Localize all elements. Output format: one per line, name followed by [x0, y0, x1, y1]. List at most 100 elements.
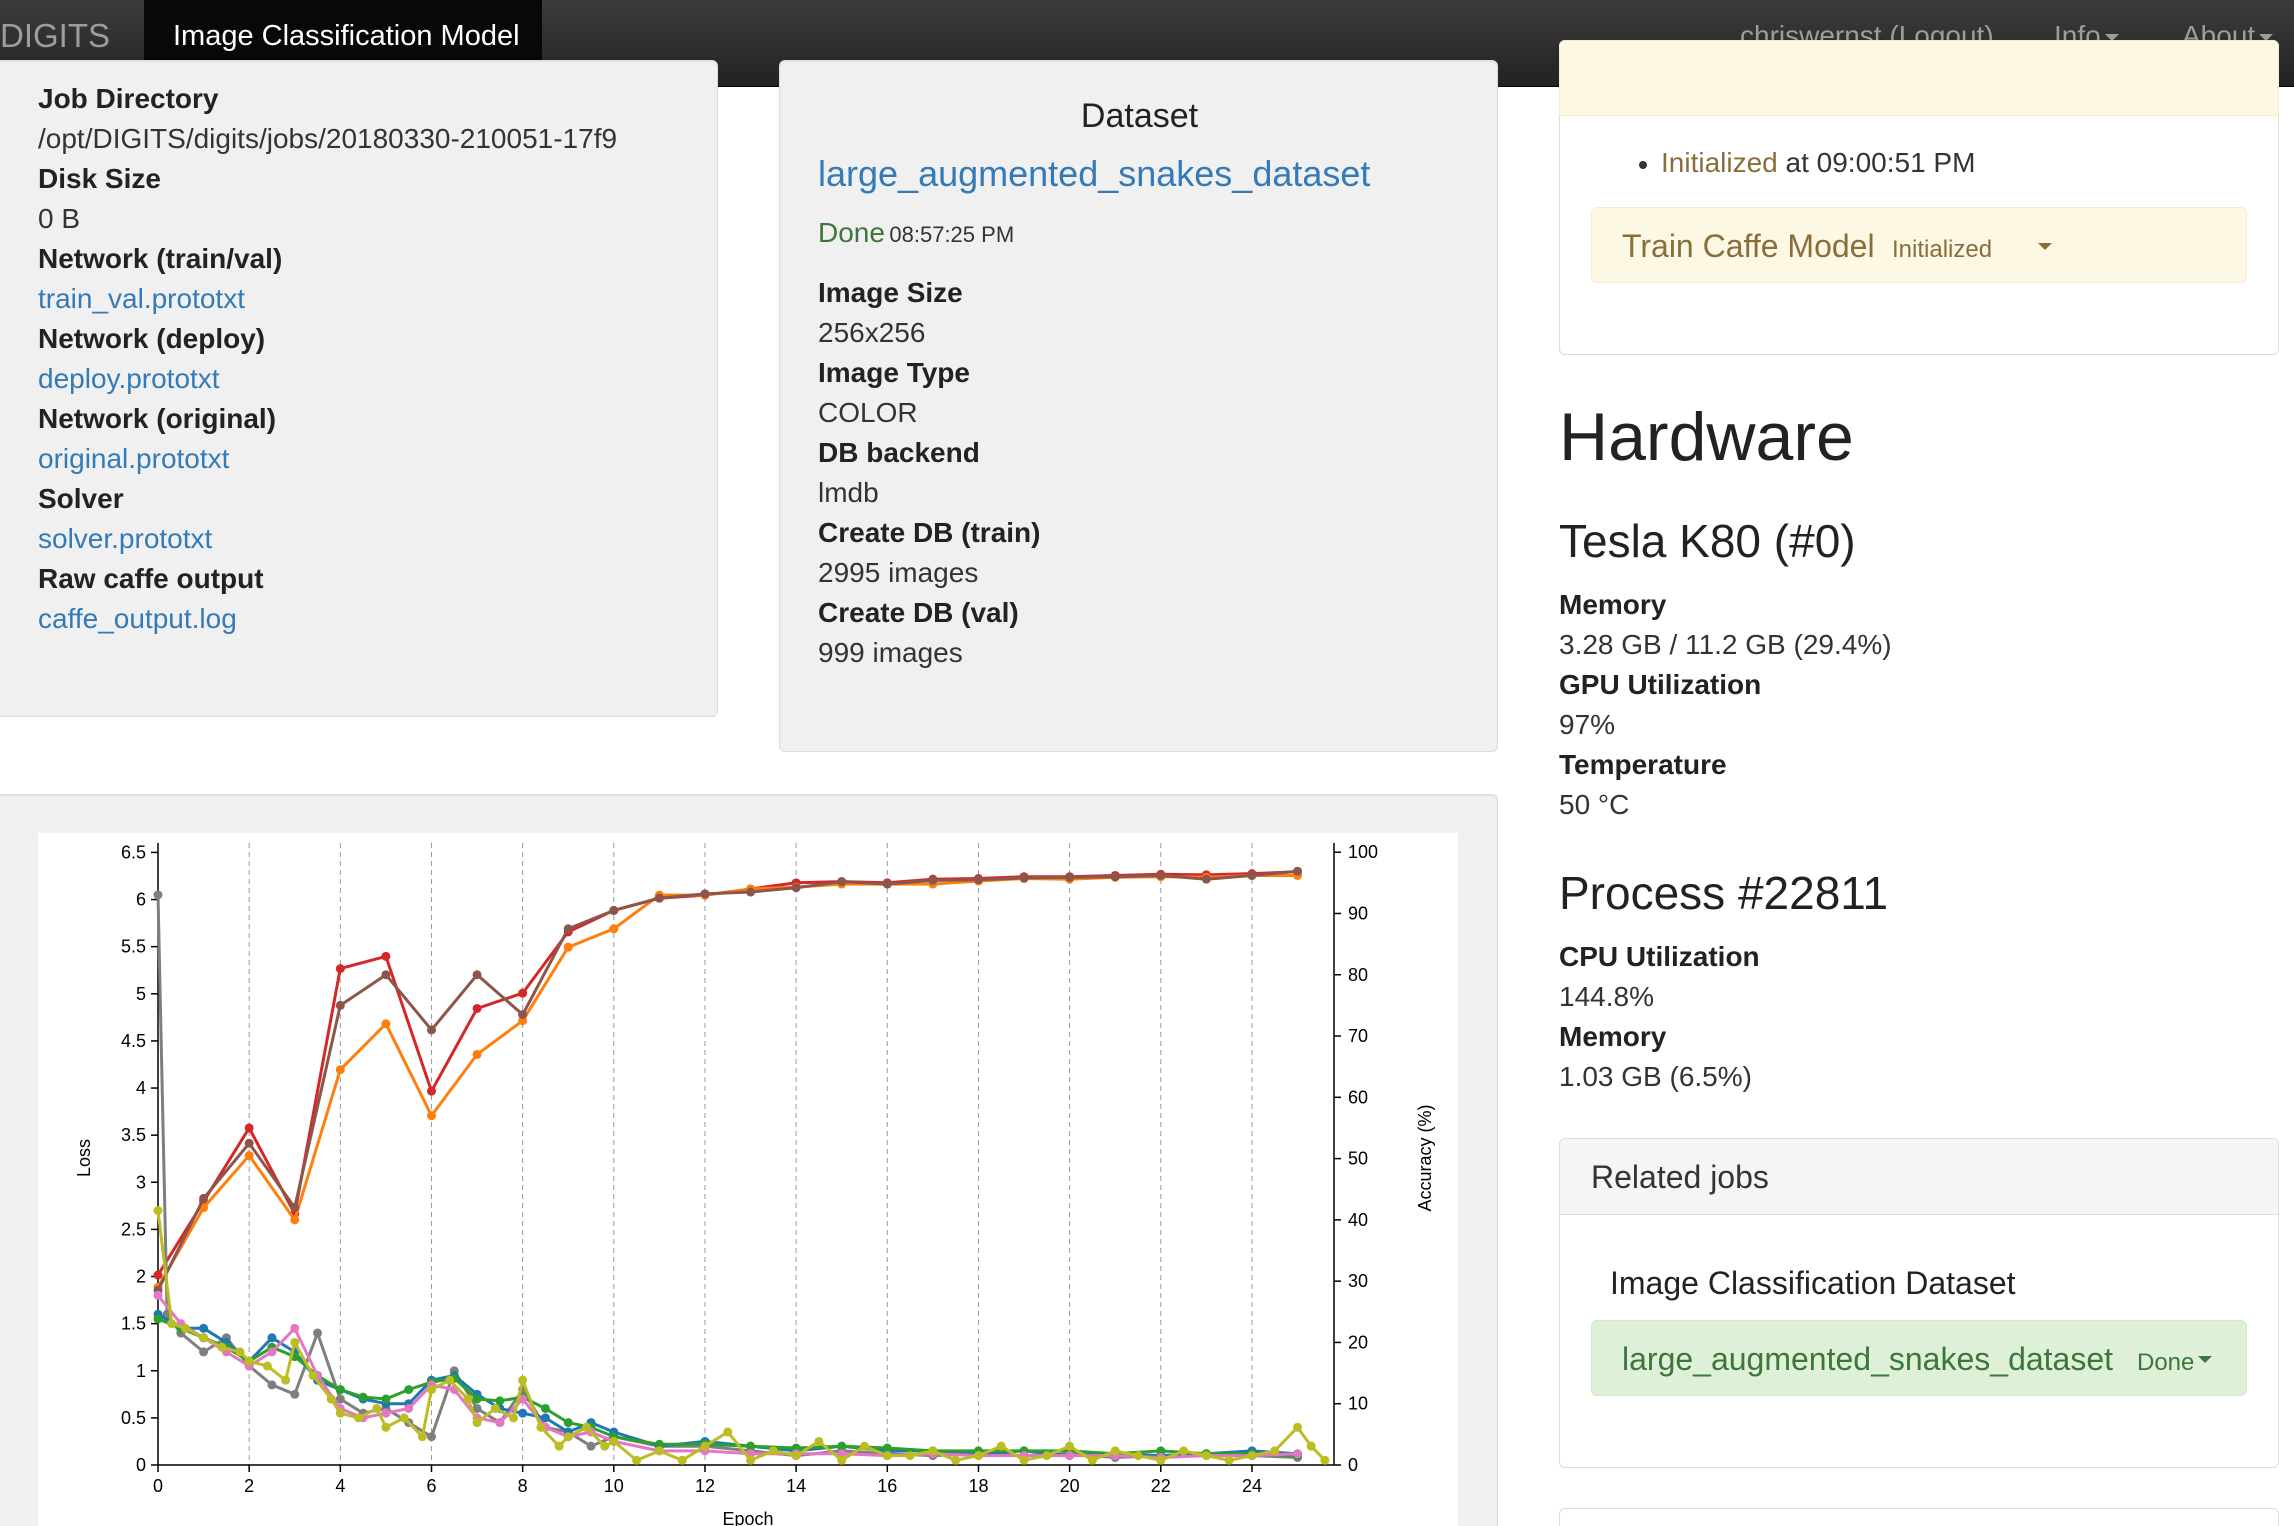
data-point	[199, 1347, 209, 1357]
data-point	[262, 1361, 272, 1371]
image-size-label: Image Size	[818, 277, 963, 308]
data-point	[928, 1446, 938, 1456]
data-point	[199, 1193, 209, 1203]
data-point	[1156, 1455, 1166, 1465]
data-point	[554, 1441, 564, 1451]
data-point	[381, 970, 391, 980]
network-deploy-label: Network (deploy)	[38, 323, 266, 354]
data-point	[426, 1432, 436, 1442]
data-point	[463, 1394, 473, 1404]
data-point	[1110, 1446, 1120, 1456]
series-line	[156, 874, 1298, 1289]
data-point	[1293, 866, 1303, 876]
original-prototxt-link[interactable]: original.prototxt	[38, 439, 617, 479]
data-point	[399, 1413, 409, 1423]
cpu-utilization-value: 144.8%	[1559, 981, 1654, 1012]
data-point	[153, 1290, 163, 1300]
caffe-output-log-link[interactable]: caffe_output.log	[38, 599, 617, 639]
series-line	[156, 870, 1298, 1276]
data-point	[490, 1403, 500, 1413]
data-point	[563, 942, 573, 952]
data-point	[244, 1151, 254, 1161]
related-jobs-header: Related jobs	[1560, 1139, 2278, 1215]
data-point	[1019, 873, 1029, 883]
y-tick-label: 4	[136, 1078, 146, 1098]
data-point	[1019, 1455, 1029, 1465]
data-point	[609, 905, 619, 915]
data-point	[290, 1323, 300, 1333]
data-point	[417, 1432, 427, 1442]
training-chart-svg[interactable]: 0 2 4 6 8 10 12 14 16 18 20 22 2400.511.522.533.544.…	[38, 833, 1458, 1526]
data-point	[518, 1408, 528, 1418]
data-point	[472, 1049, 482, 1059]
data-point	[381, 951, 391, 961]
data-point	[472, 1418, 482, 1428]
data-point	[472, 1003, 482, 1013]
data-point	[1270, 1446, 1280, 1456]
x-tick-label: 8	[518, 1476, 528, 1496]
data-point	[509, 1413, 519, 1423]
deploy-prototxt-link[interactable]: deploy.prototxt	[38, 359, 617, 399]
data-point	[1224, 1455, 1234, 1465]
training-chart: 0 2 4 6 8 10 12 14 16 18 20 22 24 0 0.5 1 1.5 2 2.5 3 3.5 4 4.…	[38, 833, 1458, 1526]
data-point	[654, 1446, 664, 1456]
data-point	[1110, 872, 1120, 882]
y2-tick-label: 30	[1348, 1271, 1368, 1291]
data-point	[335, 964, 345, 974]
related-jobs-panel: Related jobs Image Classification Datase…	[1559, 1138, 2279, 1468]
data-point	[426, 1025, 436, 1035]
train-val-prototxt-link[interactable]: train_val.prototxt	[38, 279, 617, 319]
data-point	[199, 1323, 209, 1333]
data-point	[217, 1342, 227, 1352]
data-point	[1042, 1451, 1052, 1461]
data-point	[335, 1385, 345, 1395]
data-point	[244, 1138, 254, 1148]
dataset-heading: Dataset	[1080, 97, 1199, 135]
data-point	[540, 1403, 550, 1413]
data-point	[1087, 1455, 1097, 1465]
chevron-down-icon[interactable]	[2198, 1356, 2212, 1363]
data-point	[609, 1436, 619, 1446]
data-point	[768, 1446, 778, 1456]
train-caffe-model-task[interactable]: Train Caffe Model Initialized	[1591, 207, 2247, 283]
x-tick-label: 0	[153, 1476, 163, 1496]
x-tick-label: 22	[1151, 1476, 1171, 1496]
job-info-well: Job Directory /opt/DIGITS/digits/jobs/20…	[0, 60, 718, 717]
y2-tick-label: 100	[1348, 842, 1378, 862]
data-point	[381, 1394, 391, 1404]
dataset-name-link[interactable]: large_augmented_snakes_dataset	[818, 153, 1370, 195]
job-directory-label: Job Directory	[38, 83, 219, 114]
process-memory-value: 1.03 GB (6.5%)	[1559, 1061, 1752, 1092]
chevron-down-icon[interactable]	[2038, 243, 2052, 250]
gpu-info-list: Memory 3.28 GB / 11.2 GB (29.4%) GPU Uti…	[1559, 585, 1892, 825]
disk-size-label: Disk Size	[38, 163, 161, 194]
solver-prototxt-link[interactable]: solver.prototxt	[38, 519, 617, 559]
related-dataset-job[interactable]: large_augmented_snakes_dataset Done	[1591, 1320, 2247, 1396]
data-point	[1156, 870, 1166, 880]
y-tick-label: 1.5	[121, 1314, 146, 1334]
data-point	[791, 1451, 801, 1461]
job-status-header	[1559, 40, 2279, 116]
related-job-status: Done	[2137, 1349, 2195, 1376]
db-backend-value: lmdb	[818, 477, 879, 508]
data-point	[837, 1455, 847, 1465]
data-point	[973, 875, 983, 885]
data-point	[290, 1203, 300, 1213]
data-point	[281, 1375, 291, 1385]
data-point	[313, 1328, 323, 1338]
data-point	[882, 1451, 892, 1461]
job-directory-value: /opt/DIGITS/digits/jobs/20180330-210051-…	[38, 123, 618, 154]
y-tick-label: 3	[136, 1172, 146, 1192]
status-word: Initialized	[1661, 147, 1778, 178]
brand-link[interactable]: DIGITS	[0, 17, 110, 55]
data-point	[381, 1422, 391, 1432]
create-db-val-value: 999 images	[818, 637, 963, 668]
x-tick-label: 16	[877, 1476, 897, 1496]
data-point	[518, 1375, 528, 1385]
data-point	[381, 1408, 391, 1418]
disk-size-value: 0 B	[38, 203, 81, 234]
raw-caffe-output-label: Raw caffe output	[38, 563, 264, 594]
network-original-label: Network (original)	[38, 403, 277, 434]
db-backend-label: DB backend	[818, 437, 980, 468]
data-point	[746, 1455, 756, 1465]
